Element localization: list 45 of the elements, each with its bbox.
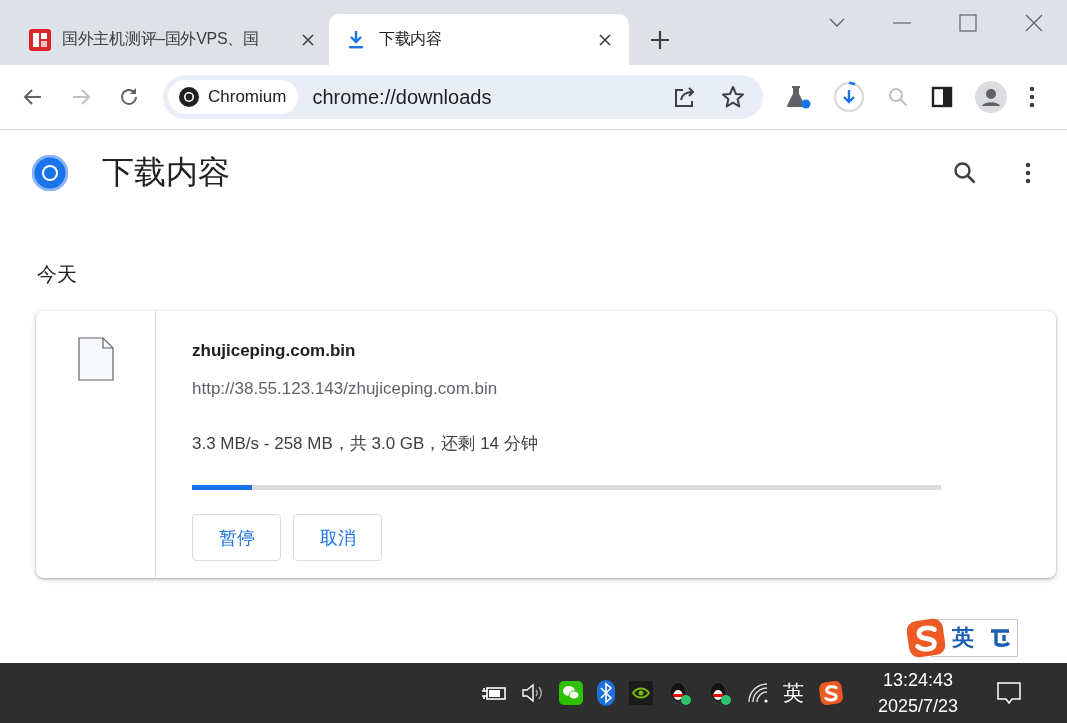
- browser-chip[interactable]: Chromium: [168, 80, 299, 114]
- flask-icon[interactable]: [785, 85, 811, 109]
- browser-tab[interactable]: 下载内容: [329, 14, 629, 65]
- ime-logo-icon[interactable]: [817, 680, 844, 706]
- more-icon[interactable]: [1025, 162, 1031, 184]
- tab-title: 下载内容: [379, 29, 443, 49]
- battery-icon[interactable]: [480, 684, 507, 702]
- new-tab-icon[interactable]: [650, 30, 670, 50]
- date-heading: 今天: [37, 262, 78, 287]
- browser-tab[interactable]: 国外主机测评–国外VPS、国: [12, 14, 326, 65]
- bluetooth-icon[interactable]: [596, 680, 615, 706]
- url-text: chrome://downloads: [312, 85, 493, 109]
- chromium-logo-icon: [32, 155, 68, 191]
- clock-time: 13:24:43: [882, 669, 953, 692]
- download-icon: [347, 29, 365, 50]
- star-icon[interactable]: [721, 85, 745, 109]
- wifi-icon[interactable]: [746, 682, 769, 704]
- volume-icon[interactable]: [520, 682, 545, 704]
- clock[interactable]: 13:24:43 2025/7/23: [877, 667, 958, 719]
- input-method-indicator[interactable]: 英: [782, 679, 804, 707]
- download-status: 3.3 MB/s - 258 MB，共 3.0 GB，还剩 14 分钟: [192, 433, 538, 455]
- page-title: 下载内容: [102, 153, 231, 192]
- close-tab-icon[interactable]: [599, 33, 611, 46]
- clock-date: 2025/7/23: [877, 695, 958, 718]
- chat-app-icon[interactable]: [558, 681, 583, 705]
- notification-icon[interactable]: [996, 681, 1022, 705]
- tab-title: 国外主机测评–国外VPS、国: [62, 29, 260, 49]
- close-tab-icon[interactable]: [302, 33, 314, 46]
- search-icon[interactable]: [953, 161, 977, 185]
- half-width-icon[interactable]: [988, 626, 1012, 649]
- avatar-icon[interactable]: [975, 81, 1007, 113]
- side-panel-icon[interactable]: [931, 86, 953, 108]
- download-action-button[interactable]: 暂停: [192, 514, 281, 561]
- file-name[interactable]: zhujiceping.com.bin: [192, 341, 356, 361]
- download-action-button[interactable]: 取消: [293, 514, 382, 561]
- file-icon: [77, 337, 114, 381]
- site-favicon-icon: [28, 27, 52, 52]
- download-progress-icon[interactable]: [833, 81, 865, 113]
- share-icon[interactable]: [673, 85, 697, 109]
- source-url[interactable]: http://38.55.123.143/zhujiceping.com.bin: [192, 379, 498, 399]
- ime-mode[interactable]: 英: [952, 622, 974, 653]
- more-icon[interactable]: [1029, 86, 1035, 108]
- address-bar[interactable]: Chromium chrome://downloads: [163, 75, 763, 119]
- chromium-logo-icon: [178, 86, 200, 108]
- close-icon[interactable]: [1025, 14, 1043, 32]
